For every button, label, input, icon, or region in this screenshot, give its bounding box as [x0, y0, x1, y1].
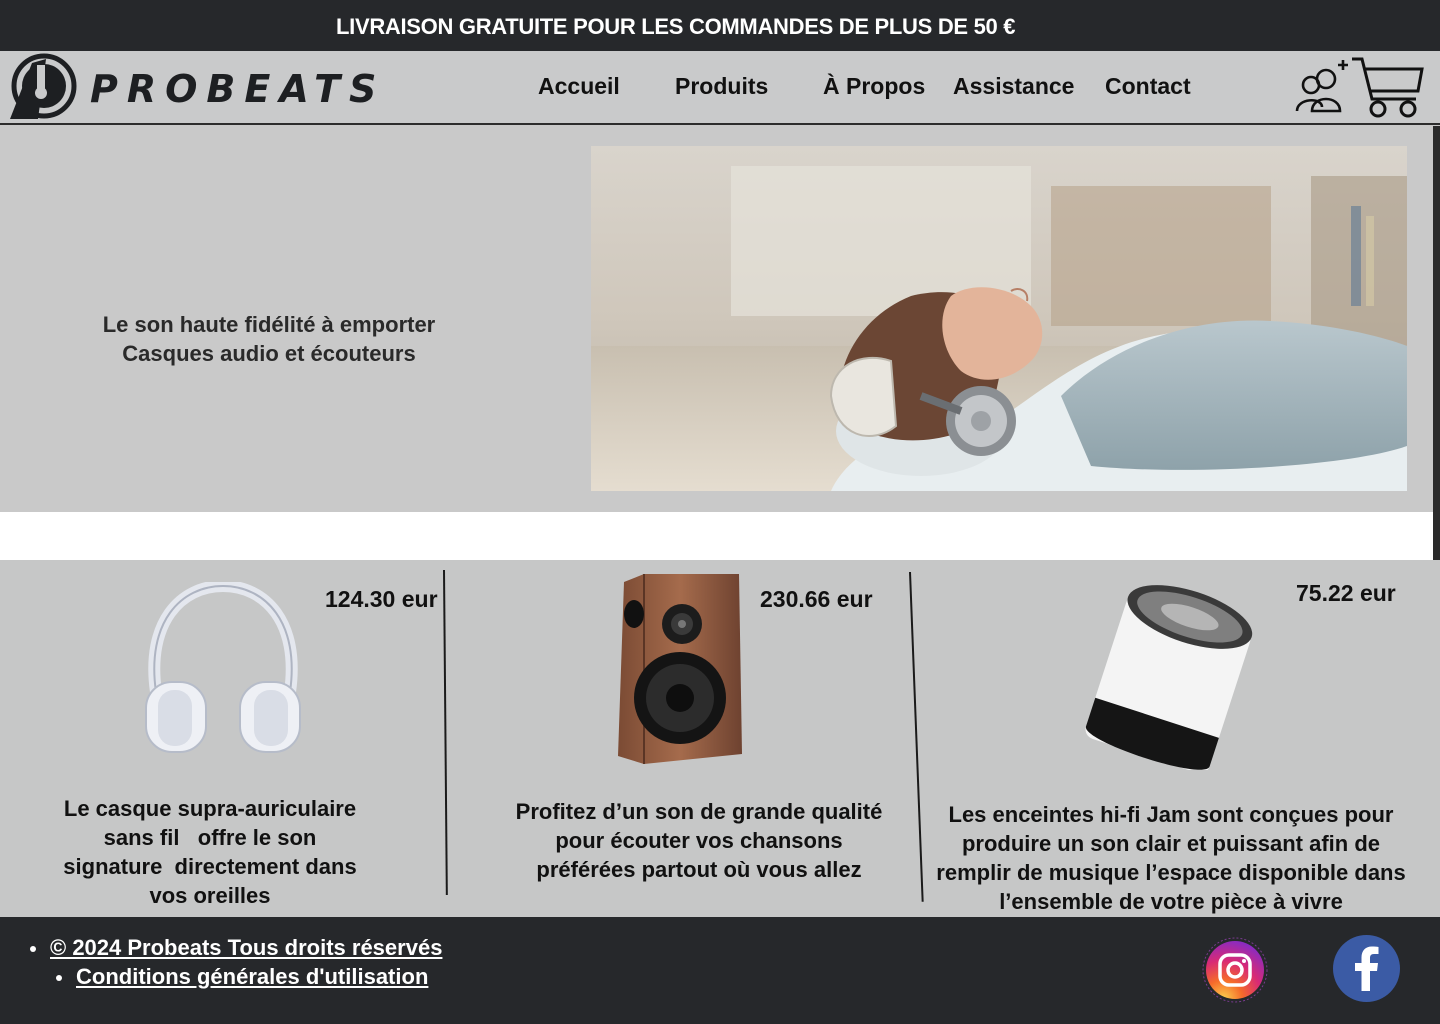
hero-tagline: Le son haute fidélité à emporter Casques…	[60, 310, 478, 368]
probeats-logo-icon[interactable]	[8, 53, 78, 121]
instagram-icon[interactable]	[1202, 937, 1268, 1003]
footer-list-item: © 2024 Probeats Tous droits réservés	[30, 933, 442, 962]
column-divider	[909, 571, 924, 902]
footer-list-item: Conditions générales d'utilisation	[56, 962, 442, 991]
description-line: pour écouter vos chansons	[555, 828, 843, 853]
description-line: sans fil offre le son	[103, 825, 317, 850]
wooden-speaker-image[interactable]	[614, 572, 746, 766]
description-line: préférées partout où vous allez	[536, 857, 862, 882]
description-line: Le casque supra-auriculaire	[63, 796, 357, 821]
jam-speaker-image[interactable]	[1082, 580, 1260, 770]
nav-a-propos[interactable]: À Propos	[823, 73, 925, 100]
nav-contact[interactable]: Contact	[1105, 73, 1191, 100]
products-section: 124.30 eur Le casque supra-auriculaire s…	[0, 560, 1440, 917]
section-spacer	[0, 512, 1433, 560]
product-price: 124.30 eur	[325, 586, 438, 612]
description-line: remplir de musique l’espace disponible d…	[936, 860, 1406, 885]
product-description: Le casque supra-auriculaire sans fil off…	[40, 794, 380, 910]
white-headphones-image[interactable]	[136, 582, 310, 756]
add-user-icon[interactable]	[1294, 59, 1350, 115]
product-price: 75.22 eur	[1296, 580, 1396, 606]
hero-section: Le son haute fidélité à emporter Casques…	[0, 126, 1440, 512]
terms-link[interactable]: Conditions générales d'utilisation	[76, 964, 428, 989]
site-footer: © 2024 Probeats Tous droits réservés Con…	[0, 917, 1440, 1024]
site-header: PROBEATS Accueil Produits À Propos Assis…	[0, 51, 1440, 125]
copyright-link[interactable]: © 2024 Probeats Tous droits réservés	[50, 935, 442, 960]
product-price: 230.66 eur	[760, 586, 873, 612]
cart-icon[interactable]	[1350, 55, 1426, 119]
description-line: produire un son clair et puissant afin d…	[961, 831, 1381, 856]
description-line: Les enceintes hi-fi Jam sont conçues pou…	[948, 802, 1394, 827]
announcement-bar: LIVRAISON GRATUITE POUR LES COMMANDES DE…	[0, 0, 1440, 51]
nav-accueil[interactable]: Accueil	[538, 73, 620, 100]
product-description: Profitez d’un son de grande qualité pour…	[494, 797, 904, 884]
nav-produits[interactable]: Produits	[675, 73, 768, 100]
scrollbar[interactable]	[1433, 126, 1440, 560]
description-line: signature directement dans	[63, 854, 357, 879]
hero-line-2: Casques audio et écouteurs	[122, 341, 416, 366]
nav-assistance[interactable]: Assistance	[953, 73, 1074, 100]
column-divider	[443, 569, 448, 895]
brand-name[interactable]: PROBEATS	[90, 67, 385, 111]
description-line: vos oreilles	[149, 883, 271, 908]
product-description: Les enceintes hi-fi Jam sont conçues pou…	[930, 800, 1412, 916]
woman-with-headphones-image	[591, 146, 1407, 491]
announcement-text: LIVRAISON GRATUITE POUR LES COMMANDES DE…	[336, 14, 1016, 39]
description-line: Profitez d’un son de grande qualité	[515, 799, 883, 824]
hero-line-1: Le son haute fidélité à emporter	[102, 312, 436, 337]
description-line: l’ensemble de votre pièce à vivre	[999, 889, 1343, 914]
footer-links: © 2024 Probeats Tous droits réservés Con…	[30, 933, 442, 991]
facebook-icon[interactable]	[1333, 935, 1400, 1002]
